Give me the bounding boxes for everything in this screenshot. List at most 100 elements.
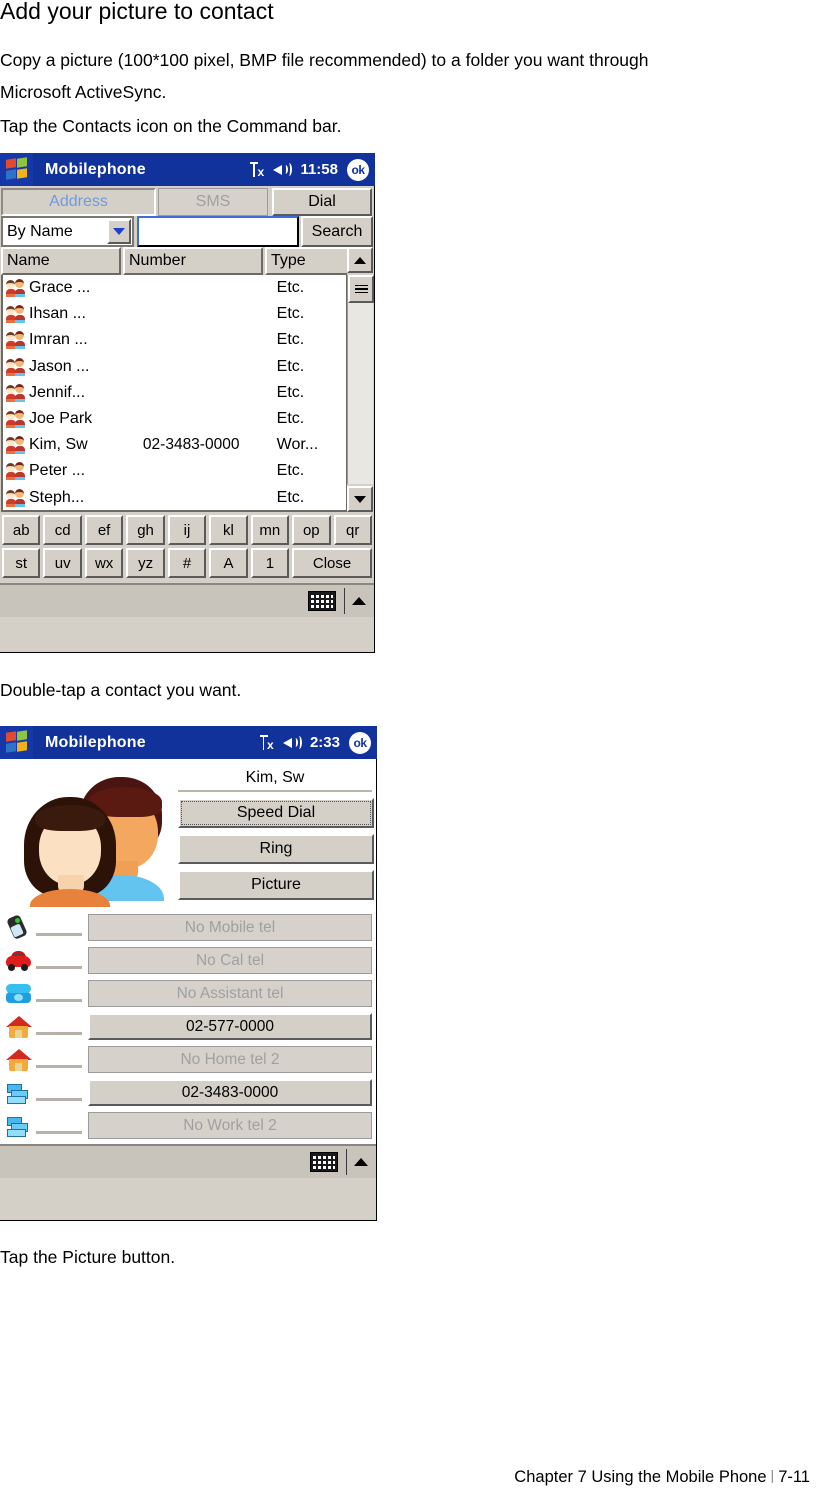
cell-name: Imran ... bbox=[29, 331, 88, 349]
search-button[interactable]: Search bbox=[301, 216, 373, 247]
speaker-icon[interactable] bbox=[273, 162, 293, 178]
table-row[interactable]: Grace ... Etc. bbox=[3, 275, 346, 301]
app-title: Mobilephone bbox=[45, 160, 146, 178]
list-item: No Mobile tel bbox=[4, 911, 372, 944]
signal-no-service-icon[interactable]: x bbox=[259, 734, 276, 751]
cell-name: Kim, Sw bbox=[29, 436, 88, 454]
scroll-down-button[interactable] bbox=[347, 486, 373, 512]
key-alpha[interactable]: A bbox=[209, 548, 248, 578]
table-row[interactable]: Kim, Sw 02-3483-0000 Wor... bbox=[3, 432, 346, 458]
scrollbar-track[interactable] bbox=[347, 275, 374, 484]
key-hash[interactable]: # bbox=[167, 548, 207, 578]
mobile-tel-button[interactable]: No Mobile tel bbox=[88, 914, 372, 941]
avatar[interactable] bbox=[4, 763, 172, 909]
search-input[interactable] bbox=[137, 216, 299, 247]
mobile-phone-icon bbox=[4, 913, 34, 942]
table-row[interactable]: Steph... Etc. bbox=[3, 485, 346, 511]
search-filter-select[interactable]: By Name bbox=[1, 216, 134, 247]
cell-name: Ihsan ... bbox=[29, 305, 86, 323]
signal-no-service-icon[interactable]: x bbox=[249, 161, 266, 178]
chevron-down-icon[interactable] bbox=[107, 219, 131, 244]
command-bar bbox=[0, 1144, 376, 1178]
cell-name: Jennif... bbox=[29, 383, 86, 401]
contact-avatar-icon bbox=[6, 357, 27, 377]
key-qr[interactable]: qr bbox=[333, 515, 372, 545]
tab-address[interactable]: Address bbox=[1, 188, 156, 216]
instruction-tap-picture: Tap the Picture button. bbox=[0, 1247, 176, 1267]
key-wx[interactable]: wx bbox=[84, 548, 124, 578]
table-row[interactable]: Joe Park Etc. bbox=[3, 406, 346, 432]
cell-type: Etc. bbox=[276, 331, 305, 349]
ok-button[interactable]: ok bbox=[347, 158, 369, 181]
tab-dial[interactable]: Dial bbox=[272, 188, 372, 216]
car-tel-button[interactable]: No Cal tel bbox=[88, 947, 372, 974]
divider bbox=[346, 1149, 347, 1175]
list-item: No Cal tel bbox=[4, 944, 372, 977]
column-header-type[interactable]: Type bbox=[265, 247, 350, 275]
work-tel-2-button[interactable]: No Work tel 2 bbox=[88, 1112, 372, 1139]
home-tel-2-button[interactable]: No Home tel 2 bbox=[88, 1046, 372, 1073]
table-row[interactable]: Jason ... Etc. bbox=[3, 354, 346, 380]
column-header-name[interactable]: Name bbox=[1, 247, 121, 275]
windows-logo-icon[interactable] bbox=[0, 726, 33, 759]
key-ef[interactable]: ef bbox=[84, 515, 124, 545]
instruction-double-tap: Double-tap a contact you want. bbox=[0, 680, 242, 700]
table-row[interactable]: Imran ... Etc. bbox=[3, 327, 346, 353]
key-numeric[interactable]: 1 bbox=[250, 548, 290, 578]
ring-button[interactable]: Ring bbox=[178, 834, 374, 864]
clock[interactable]: 11:58 bbox=[300, 161, 338, 178]
column-header-number[interactable]: Number bbox=[123, 247, 263, 275]
assistant-tel-button[interactable]: No Assistant tel bbox=[88, 980, 372, 1007]
picture-button[interactable]: Picture bbox=[178, 870, 374, 900]
key-uv[interactable]: uv bbox=[43, 548, 82, 578]
key-yz[interactable]: yz bbox=[126, 548, 165, 578]
contact-avatar-icon bbox=[6, 304, 27, 324]
caret-up-icon[interactable] bbox=[352, 597, 366, 605]
key-kl[interactable]: kl bbox=[209, 515, 248, 545]
keypad-row-1: ab cd ef gh ij kl mn op qr bbox=[2, 515, 372, 545]
scrollbar-thumb[interactable] bbox=[348, 275, 374, 303]
speed-dial-button[interactable]: Speed Dial bbox=[178, 798, 374, 828]
cell-name: Jason ... bbox=[29, 357, 90, 375]
cell-type: Etc. bbox=[276, 462, 305, 480]
home-tel-button[interactable]: 02-577-0000 bbox=[88, 1013, 372, 1040]
key-ab[interactable]: ab bbox=[2, 515, 41, 545]
work-icon bbox=[4, 1079, 34, 1107]
cell-name: Grace ... bbox=[29, 279, 91, 297]
table-row[interactable]: Jennif... Etc. bbox=[3, 380, 346, 406]
instruction-line-1: Copy a picture (100*100 pixel, BMP file … bbox=[0, 50, 649, 70]
scroll-up-button[interactable] bbox=[347, 247, 373, 273]
contact-list[interactable]: Grace ... Etc. Ihsan ... Etc. Imran ... … bbox=[1, 275, 348, 512]
table-row[interactable]: Peter ... Etc. bbox=[3, 458, 346, 484]
key-mn[interactable]: mn bbox=[250, 515, 290, 545]
titlebar-status-area: x 2:33 ok bbox=[259, 726, 371, 759]
table-row[interactable]: Ihsan ... Etc. bbox=[3, 301, 346, 327]
instruction-line-2: Microsoft ActiveSync. bbox=[0, 82, 167, 102]
key-st[interactable]: st bbox=[2, 548, 41, 578]
page-footer: Chapter 7 Using the Mobile Phone | 7-11 bbox=[514, 1467, 810, 1487]
list-scrollbar[interactable] bbox=[347, 247, 374, 512]
clock[interactable]: 2:33 bbox=[310, 734, 340, 751]
instruction-line-3: Tap the Contacts icon on the Command bar… bbox=[0, 116, 342, 136]
work-tel-button[interactable]: 02-3483-0000 bbox=[88, 1079, 372, 1106]
search-filter-value: By Name bbox=[7, 222, 73, 240]
screenshot-contact-detail: Mobilephone x 2:33 ok Kim, Sw Speed Dial… bbox=[0, 726, 377, 1221]
speaker-icon[interactable] bbox=[282, 735, 303, 751]
titlebar: Mobilephone x 2:33 ok bbox=[0, 726, 377, 759]
caret-up-icon[interactable] bbox=[354, 1158, 368, 1166]
contact-avatar-icon bbox=[6, 278, 27, 298]
footer-chapter-label: Chapter 7 Using the Mobile Phone bbox=[514, 1468, 767, 1486]
keyboard-icon[interactable] bbox=[308, 591, 336, 611]
ok-button[interactable]: ok bbox=[349, 731, 371, 754]
keyboard-icon[interactable] bbox=[310, 1152, 338, 1172]
home-icon bbox=[4, 1013, 34, 1041]
key-cd[interactable]: cd bbox=[43, 515, 82, 545]
key-close[interactable]: Close bbox=[292, 548, 372, 578]
two-people-avatar-icon bbox=[18, 771, 168, 907]
windows-logo-icon[interactable] bbox=[0, 153, 33, 186]
cell-type: Etc. bbox=[276, 305, 305, 323]
key-gh[interactable]: gh bbox=[126, 515, 165, 545]
tab-sms[interactable]: SMS bbox=[158, 188, 268, 216]
key-op[interactable]: op bbox=[292, 515, 331, 545]
key-ij[interactable]: ij bbox=[167, 515, 207, 545]
